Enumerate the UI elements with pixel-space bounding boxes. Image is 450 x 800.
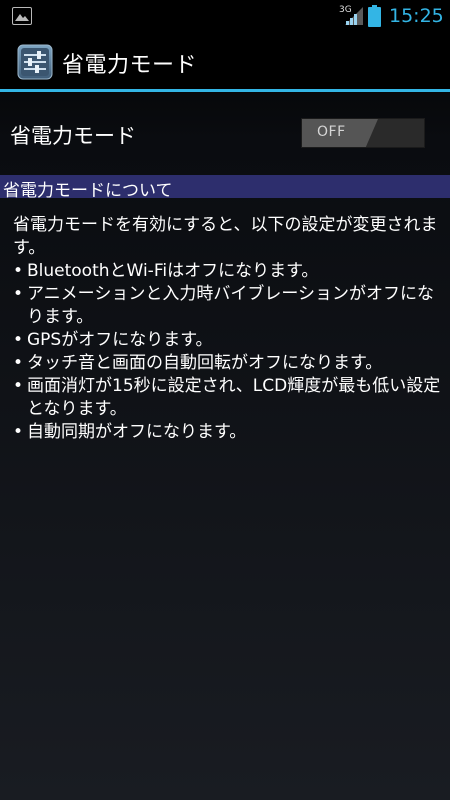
bullet-icon: • — [13, 284, 24, 304]
power-saving-label: 省電力モード — [10, 124, 136, 148]
list-item-text: アニメーションと入力時バイブレーションがオフになります。 — [27, 284, 434, 327]
list-item-text: GPSがオフになります。 — [27, 330, 213, 350]
list-item: • タッチ音と画面の自動回転がオフになります。 — [13, 352, 443, 375]
section-header: 省電力モードについて — [0, 175, 450, 201]
section-title: 省電力モードについて — [3, 181, 173, 201]
bullet-icon: • — [13, 261, 24, 281]
settings-sliders-icon[interactable] — [17, 44, 53, 84]
list-item-text: タッチ音と画面の自動回転がオフになります。 — [27, 353, 383, 373]
status-bar: 3G 15:25 — [0, 0, 450, 33]
clock-time: 15:25 — [389, 5, 444, 27]
bullet-icon: • — [13, 330, 24, 350]
description-list: • BluetoothとWi-Fiはオフになります。 • アニメーションと入力時バイ… — [13, 260, 443, 444]
power-saving-switch[interactable]: OFF — [301, 118, 425, 148]
description-intro: 省電力モードを有効にすると、以下の設定が変更されます。 — [13, 215, 438, 258]
bullet-icon: • — [13, 353, 24, 373]
list-item: • GPSがオフになります。 — [13, 329, 443, 352]
bullet-icon: • — [13, 422, 24, 442]
list-item-text: 自動同期がオフになります。 — [27, 422, 247, 442]
list-item: • 自動同期がオフになります。 — [13, 421, 443, 444]
switch-state-label: OFF — [317, 124, 346, 140]
image-notification-icon — [12, 7, 32, 25]
list-item-text: BluetoothとWi-Fiはオフになります。 — [27, 261, 319, 281]
list-item: • BluetoothとWi-Fiはオフになります。 — [13, 260, 443, 283]
signal-icon — [345, 7, 363, 29]
page-title: 省電力モード — [62, 53, 198, 78]
list-item: • 画面消灯が15秒に設定され、LCD輝度が最も低い設定となります。 — [13, 375, 443, 421]
power-saving-toggle-row[interactable]: 省電力モード OFF — [0, 92, 450, 172]
list-item: • アニメーションと入力時バイブレーションがオフになります。 — [13, 283, 443, 329]
battery-icon — [368, 5, 381, 31]
list-item-text: 画面消灯が15秒に設定され、LCD輝度が最も低い設定となります。 — [27, 376, 441, 419]
action-bar: 省電力モード — [0, 33, 450, 89]
description-block: 省電力モードを有効にすると、以下の設定が変更されます。 • BluetoothとW… — [13, 214, 443, 444]
bullet-icon: • — [13, 376, 24, 396]
